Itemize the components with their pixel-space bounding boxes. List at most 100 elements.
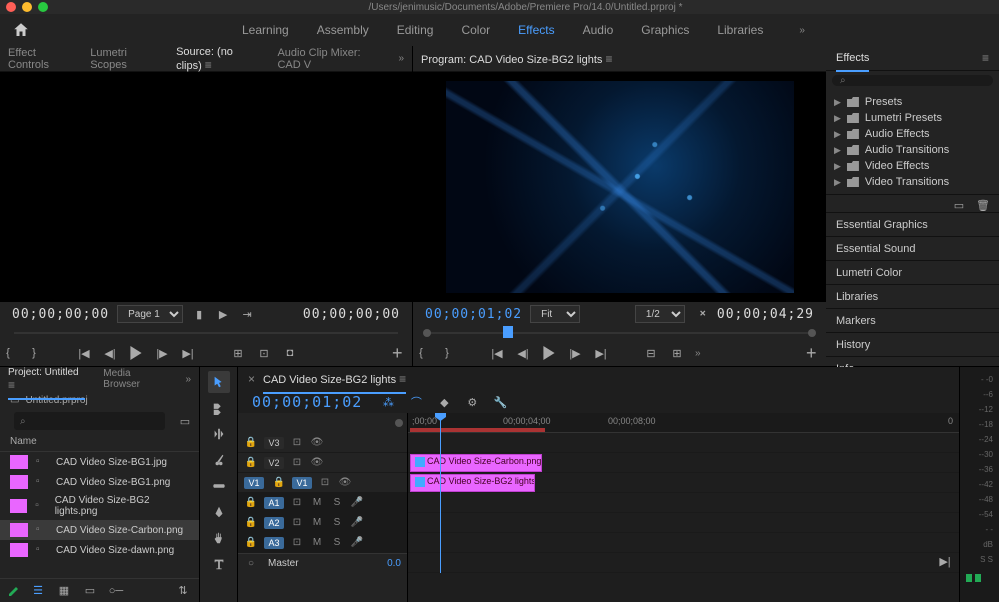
mute-icon[interactable]: M	[310, 516, 324, 530]
folder-presets[interactable]: ▶Presets	[834, 94, 991, 110]
panel-essential-sound[interactable]: Essential Sound	[826, 237, 999, 261]
goto-in-icon[interactable]: |◀	[76, 345, 92, 361]
track-header-a1[interactable]: 🔒A1⊡MS🎤	[238, 493, 407, 513]
tab-sequence[interactable]: CAD Video Size-BG2 lights ≡	[263, 366, 406, 394]
marker-icon[interactable]: ◆	[436, 394, 452, 410]
goto-out-icon[interactable]: ▶|	[180, 345, 196, 361]
program-tc-duration[interactable]: 00;00;04;29	[717, 307, 814, 322]
project-search[interactable]	[14, 412, 165, 430]
source-tc-in[interactable]: 00;00;00;00	[12, 307, 109, 322]
sync-lock-icon[interactable]: ⊡	[290, 536, 304, 550]
clip[interactable]: CAD Video Size-Carbon.png	[410, 454, 542, 472]
zoom-slider-icon[interactable]: ○─	[108, 583, 124, 599]
transport-overflow-icon[interactable]: »	[695, 348, 701, 359]
source-overflow-icon[interactable]: »	[398, 53, 404, 64]
source-menu-icon[interactable]: ≡	[205, 58, 212, 72]
insert-icon[interactable]: ⇥	[239, 306, 255, 322]
workspace-learning[interactable]: Learning	[242, 23, 289, 37]
list-view-icon[interactable]: ☰	[30, 583, 46, 599]
expand-icon[interactable]: ○	[244, 557, 258, 571]
lock-icon[interactable]: 🔒	[244, 516, 258, 530]
tab-effects[interactable]: Effects	[836, 46, 869, 72]
workspace-assembly[interactable]: Assembly	[317, 23, 369, 37]
folder-lumetri-presets[interactable]: ▶Lumetri Presets	[834, 110, 991, 126]
timeline-timecode[interactable]: 00;00;01;02	[252, 393, 362, 411]
mark-out-icon[interactable]: }	[439, 345, 455, 361]
effects-search[interactable]	[832, 75, 993, 86]
linked-selection-icon[interactable]: ⌒	[408, 394, 424, 410]
track-header-v1[interactable]: V1🔒V1⊡👁	[238, 473, 407, 493]
freeform-view-icon[interactable]: ▭	[82, 583, 98, 599]
clip[interactable]: CAD Video Size-BG2 lights.png	[410, 474, 535, 492]
tab-program[interactable]: Program: CAD Video Size-BG2 lights ≡	[421, 46, 612, 74]
panel-history[interactable]: History	[826, 333, 999, 357]
minimize-window-icon[interactable]	[22, 2, 32, 12]
voiceover-icon[interactable]: 🎤	[350, 496, 364, 510]
track-row-v2[interactable]: CAD Video Size-Carbon.png	[408, 453, 959, 473]
icon-view-icon[interactable]: ▦	[56, 583, 72, 599]
lock-icon[interactable]: 🔒	[244, 436, 258, 450]
resolution-select[interactable]: 1/2	[635, 305, 685, 323]
column-name[interactable]: Name	[0, 432, 199, 452]
close-window-icon[interactable]	[6, 2, 16, 12]
track-row-v1[interactable]: CAD Video Size-BG2 lights.png	[408, 473, 959, 493]
step-fwd-icon[interactable]: |▶	[567, 345, 583, 361]
overwrite-icon[interactable]: ⊡	[256, 345, 272, 361]
program-scrubber[interactable]	[413, 326, 826, 340]
slip-tool[interactable]	[208, 475, 230, 497]
fit-select[interactable]: Fit	[530, 305, 580, 323]
bin-item[interactable]: ▫CAD Video Size-BG2 lights.png	[0, 492, 199, 520]
tab-media-browser[interactable]: Media Browser	[103, 362, 167, 396]
source-tc-out[interactable]: 00;00;00;00	[303, 307, 400, 322]
filter-bin-icon[interactable]: ▭	[177, 413, 193, 429]
workspace-audio[interactable]: Audio	[583, 23, 614, 37]
mute-icon[interactable]: M	[310, 496, 324, 510]
button-editor-icon[interactable]: +	[806, 343, 826, 363]
workspace-effects[interactable]: Effects	[518, 23, 554, 37]
step-back-icon[interactable]: ◀|	[102, 345, 118, 361]
sync-lock-icon[interactable]: ⊡	[290, 436, 304, 450]
sequence-menu-icon[interactable]: ≡	[399, 372, 406, 386]
bin-item[interactable]: ▫CAD Video Size-BG1.png	[0, 472, 199, 492]
play-icon[interactable]	[541, 345, 557, 361]
lock-icon[interactable]: 🔒	[244, 536, 258, 550]
goto-out-icon[interactable]: ▶|	[593, 345, 609, 361]
program-monitor[interactable]	[413, 72, 826, 302]
panel-markers[interactable]: Markers	[826, 309, 999, 333]
lock-icon[interactable]: 🔒	[272, 476, 286, 490]
tab-project[interactable]: Project: Untitled ≡	[8, 361, 85, 400]
snap-icon[interactable]: ⁂	[380, 394, 396, 410]
settings-icon[interactable]	[693, 306, 709, 322]
play-icon[interactable]	[128, 345, 144, 361]
workspace-libraries[interactable]: Libraries	[717, 23, 763, 37]
project-menu-icon[interactable]: ≡	[8, 378, 15, 392]
workspace-color[interactable]: Color	[461, 23, 490, 37]
solo-icon[interactable]: S	[330, 496, 344, 510]
panel-libraries[interactable]: Libraries	[826, 285, 999, 309]
folder-video-transitions[interactable]: ▶Video Transitions	[834, 174, 991, 190]
pencil-icon[interactable]	[8, 585, 20, 597]
step-back-icon[interactable]: ▮	[191, 306, 207, 322]
step-back-icon[interactable]: ◀|	[515, 345, 531, 361]
sort-icon[interactable]: ⇅	[175, 583, 191, 599]
export-frame-icon[interactable]: ◘	[282, 345, 298, 361]
program-menu-icon[interactable]: ≡	[605, 52, 612, 66]
toggle-output-icon[interactable]: 👁	[310, 436, 324, 450]
voiceover-icon[interactable]: 🎤	[350, 516, 364, 530]
maximize-window-icon[interactable]	[38, 2, 48, 12]
goto-end-icon[interactable]: ▶|	[937, 553, 953, 569]
lock-icon[interactable]: 🔒	[244, 496, 258, 510]
track-row-a3[interactable]	[408, 533, 959, 553]
track-row-a1[interactable]	[408, 493, 959, 513]
program-tc-current[interactable]: 00;00;01;02	[425, 307, 522, 322]
track-select-tool[interactable]	[208, 397, 230, 419]
program-playhead[interactable]	[503, 326, 513, 338]
track-row-a2[interactable]	[408, 513, 959, 533]
bin-item[interactable]: ▫CAD Video Size-BG1.jpg	[0, 452, 199, 472]
effects-menu-icon[interactable]: ≡	[982, 51, 989, 65]
goto-in-icon[interactable]: |◀	[489, 345, 505, 361]
track-header-v2[interactable]: 🔒V2⊡👁	[238, 453, 407, 473]
step-fwd-icon[interactable]: ▶	[215, 306, 231, 322]
timeline-playhead[interactable]	[440, 413, 441, 573]
workspace-graphics[interactable]: Graphics	[641, 23, 689, 37]
